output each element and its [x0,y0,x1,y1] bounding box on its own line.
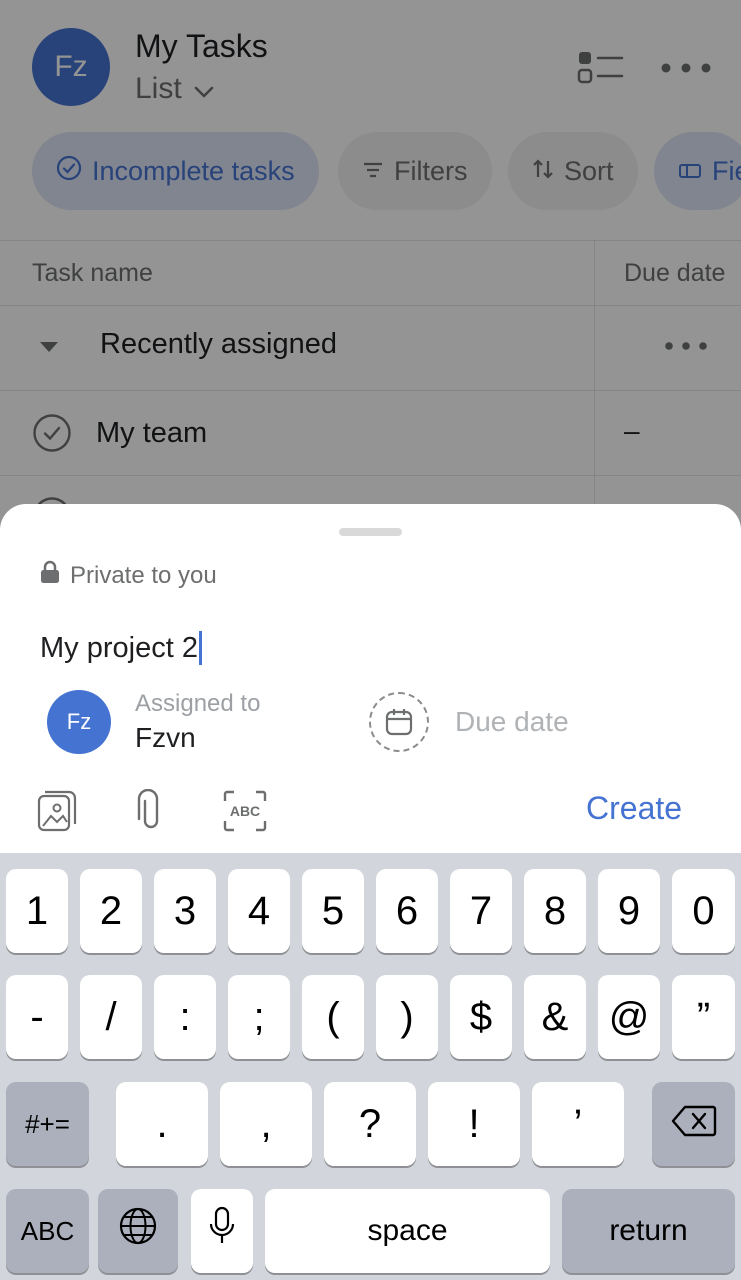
key-2[interactable]: 2 [80,869,142,953]
keyboard: 1 2 3 4 5 6 7 8 9 0 - / : ; ( ) $ & @ ” … [0,853,741,1280]
due-date-placeholder: Due date [455,706,569,737]
space-key[interactable]: space [265,1189,550,1273]
due-date-field[interactable]: Due date [369,690,669,754]
assignee-field[interactable]: Fz Assigned to Fzvn [47,690,347,754]
calendar-icon [369,692,429,752]
task-name-value: My project 2 [40,631,198,664]
lock-icon [40,560,60,591]
key-colon[interactable]: : [154,975,216,1059]
backspace-icon [671,1102,717,1147]
key-0[interactable]: 0 [672,869,735,953]
key-apostrophe[interactable]: ’ [532,1082,624,1166]
key-exclamation[interactable]: ! [428,1082,520,1166]
sheet-grabber[interactable] [339,528,402,536]
microphone-icon [208,1206,236,1256]
assignee-name: Fzvn [135,722,196,753]
attachment-icon[interactable] [134,786,168,836]
key-comma[interactable]: , [220,1082,312,1166]
key-slash[interactable]: / [80,975,142,1059]
key-5[interactable]: 5 [302,869,364,953]
key-1[interactable]: 1 [6,869,68,953]
key-dollar[interactable]: $ [450,975,512,1059]
key-ampersand[interactable]: & [524,975,586,1059]
key-8[interactable]: 8 [524,869,586,953]
assigned-to-label: Assigned to [135,690,261,717]
dictation-key[interactable] [191,1189,253,1273]
key-3[interactable]: 3 [154,869,216,953]
key-hyphen[interactable]: - [6,975,68,1059]
backspace-key[interactable] [652,1082,735,1166]
key-period[interactable]: . [116,1082,208,1166]
key-close-paren[interactable]: ) [376,975,438,1059]
create-button[interactable]: Create [586,790,682,827]
key-open-paren[interactable]: ( [302,975,364,1059]
key-9[interactable]: 9 [598,869,660,953]
key-abc[interactable]: ABC [6,1189,89,1273]
text-cursor [198,631,202,665]
key-semicolon[interactable]: ; [228,975,290,1059]
key-4[interactable]: 4 [228,869,290,953]
key-at[interactable]: @ [598,975,660,1059]
privacy-label: Private to you [70,561,217,589]
key-7[interactable]: 7 [450,869,512,953]
scan-text-icon[interactable]: ABC [222,786,268,836]
svg-text:ABC: ABC [230,803,260,819]
key-6[interactable]: 6 [376,869,438,953]
photo-library-icon[interactable] [36,786,78,836]
globe-icon [118,1206,158,1256]
key-quote[interactable]: ” [672,975,735,1059]
key-question[interactable]: ? [324,1082,416,1166]
privacy-indicator[interactable]: Private to you [40,560,217,591]
task-name-input[interactable]: My project 2 [40,626,700,670]
assignee-avatar: Fz [47,690,111,754]
key-symbols[interactable]: #+= [6,1082,89,1166]
globe-key[interactable] [98,1189,178,1273]
return-key[interactable]: return [562,1189,735,1273]
